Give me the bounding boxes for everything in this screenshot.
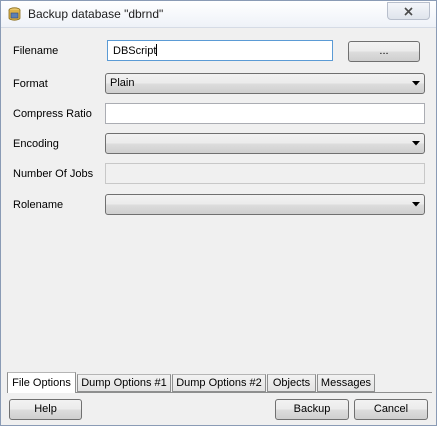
- cancel-button[interactable]: Cancel: [354, 399, 428, 420]
- database-backup-icon: [8, 7, 21, 22]
- compress-ratio-input[interactable]: [105, 103, 425, 124]
- window-title: Backup database "dbrnd": [28, 7, 164, 21]
- number-of-jobs-input: [105, 163, 425, 184]
- format-value: Plain: [110, 77, 135, 89]
- backup-button[interactable]: Backup: [275, 399, 349, 420]
- tab-bar: File Options Dump Options #1 Dump Option…: [7, 372, 432, 393]
- rolename-label: Rolename: [13, 199, 64, 211]
- format-select[interactable]: Plain: [105, 73, 425, 94]
- title-bar[interactable]: Backup database "dbrnd": [1, 1, 436, 28]
- help-button[interactable]: Help: [9, 399, 82, 420]
- button-bar: Help Backup Cancel: [1, 393, 436, 425]
- encoding-select[interactable]: [105, 133, 425, 154]
- tab-objects[interactable]: Objects: [267, 374, 316, 392]
- compress-ratio-label: Compress Ratio: [13, 108, 92, 120]
- tab-messages[interactable]: Messages: [317, 374, 375, 392]
- filename-input[interactable]: DBScript: [107, 40, 333, 61]
- chevron-down-icon: [412, 141, 420, 146]
- filename-label: Filename: [13, 45, 59, 57]
- rolename-select[interactable]: [105, 194, 425, 215]
- encoding-label: Encoding: [13, 138, 59, 150]
- browse-button[interactable]: ...: [348, 41, 420, 62]
- tab-dump-options-1[interactable]: Dump Options #1: [77, 374, 171, 392]
- text-caret: [156, 44, 158, 56]
- tab-dump-options-2[interactable]: Dump Options #2: [172, 374, 266, 392]
- filename-value: DBScript: [113, 45, 157, 57]
- format-label: Format: [13, 78, 48, 90]
- file-options-panel: Filename DBScript ... Format Plain Compr…: [1, 29, 436, 374]
- chevron-down-icon: [412, 202, 420, 207]
- chevron-down-icon: [412, 81, 420, 86]
- close-icon: [404, 7, 413, 16]
- number-of-jobs-label: Number Of Jobs: [13, 168, 94, 180]
- tab-file-options[interactable]: File Options: [7, 372, 76, 393]
- backup-dialog: Backup database "dbrnd" Filename DBScrip…: [0, 0, 437, 426]
- close-button[interactable]: [387, 2, 430, 20]
